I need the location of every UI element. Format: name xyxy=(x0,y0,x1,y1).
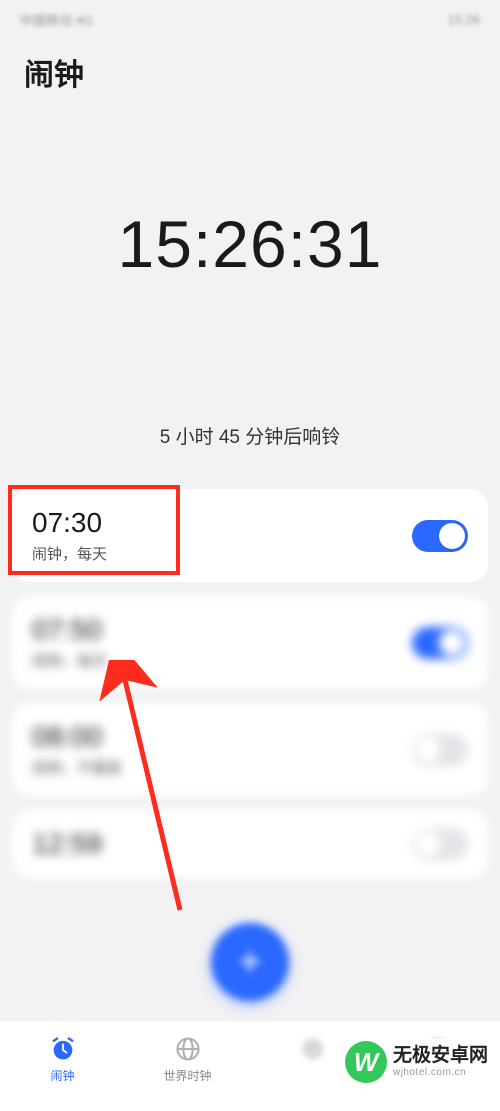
toggle-knob xyxy=(415,737,441,763)
alarm-list: 07:30 闹钟，每天 07:50 闹钟，每天 08:00 闹钟，不重复 12:59 xyxy=(0,489,500,878)
nav-label: 闹钟 xyxy=(50,1067,74,1084)
watermark-main: 无极安卓网 xyxy=(393,1046,488,1067)
alarm-label: 闹钟，每天 xyxy=(32,543,107,564)
globe-icon xyxy=(173,1034,203,1064)
nav-tab-世界时钟[interactable]: 世界时钟 xyxy=(125,1034,250,1084)
alarm-time: 08:00 xyxy=(32,721,122,753)
nav-icon xyxy=(298,1034,328,1064)
clock-area: 15:26:31 xyxy=(0,206,500,282)
watermark-sub: wjhotel.com.cn xyxy=(393,1067,488,1078)
alarm-toggle[interactable] xyxy=(412,828,468,860)
alarm-toggle[interactable] xyxy=(412,627,468,659)
status-bar: 中国移动 4G 15:26 xyxy=(0,0,500,38)
watermark: W 无极安卓网 wjhotel.com.cn xyxy=(341,1039,492,1085)
watermark-badge: W xyxy=(345,1041,387,1083)
alarm-info: 12:59 xyxy=(32,828,102,860)
nav-label: 世界时钟 xyxy=(163,1067,211,1084)
alarm-row[interactable]: 07:50 闹钟，每天 xyxy=(12,596,488,689)
plus-icon: + xyxy=(238,940,261,985)
alarm-info: 07:30 闹钟，每天 xyxy=(32,507,107,564)
add-alarm-button[interactable]: + xyxy=(211,923,289,1001)
alarm-toggle[interactable] xyxy=(412,520,468,552)
alarm-time: 07:30 xyxy=(32,507,107,539)
alarm-label: 闹钟，每天 xyxy=(32,650,107,671)
alarm-row[interactable]: 08:00 闹钟，不重复 xyxy=(12,703,488,796)
current-time: 15:26:31 xyxy=(0,206,500,282)
alarm-time: 07:50 xyxy=(32,614,107,646)
next-ring-text: 5 小时 45 分钟后响铃 xyxy=(0,422,500,449)
alarm-icon xyxy=(48,1034,78,1064)
alarm-info: 08:00 闹钟，不重复 xyxy=(32,721,122,778)
alarm-label: 闹钟，不重复 xyxy=(32,757,122,778)
alarm-row[interactable]: 07:30 闹钟，每天 xyxy=(12,489,488,582)
status-left: 中国移动 4G xyxy=(20,10,93,29)
alarm-row[interactable]: 12:59 xyxy=(12,810,488,878)
toggle-knob xyxy=(439,523,465,549)
alarm-toggle[interactable] xyxy=(412,734,468,766)
toggle-knob xyxy=(439,630,465,656)
toggle-knob xyxy=(415,831,441,857)
alarm-time: 12:59 xyxy=(32,828,102,860)
page-title: 闹钟 xyxy=(0,38,500,106)
nav-tab-闹钟[interactable]: 闹钟 xyxy=(0,1034,125,1084)
alarm-info: 07:50 闹钟，每天 xyxy=(32,614,107,671)
status-right: 15:26 xyxy=(447,12,480,27)
